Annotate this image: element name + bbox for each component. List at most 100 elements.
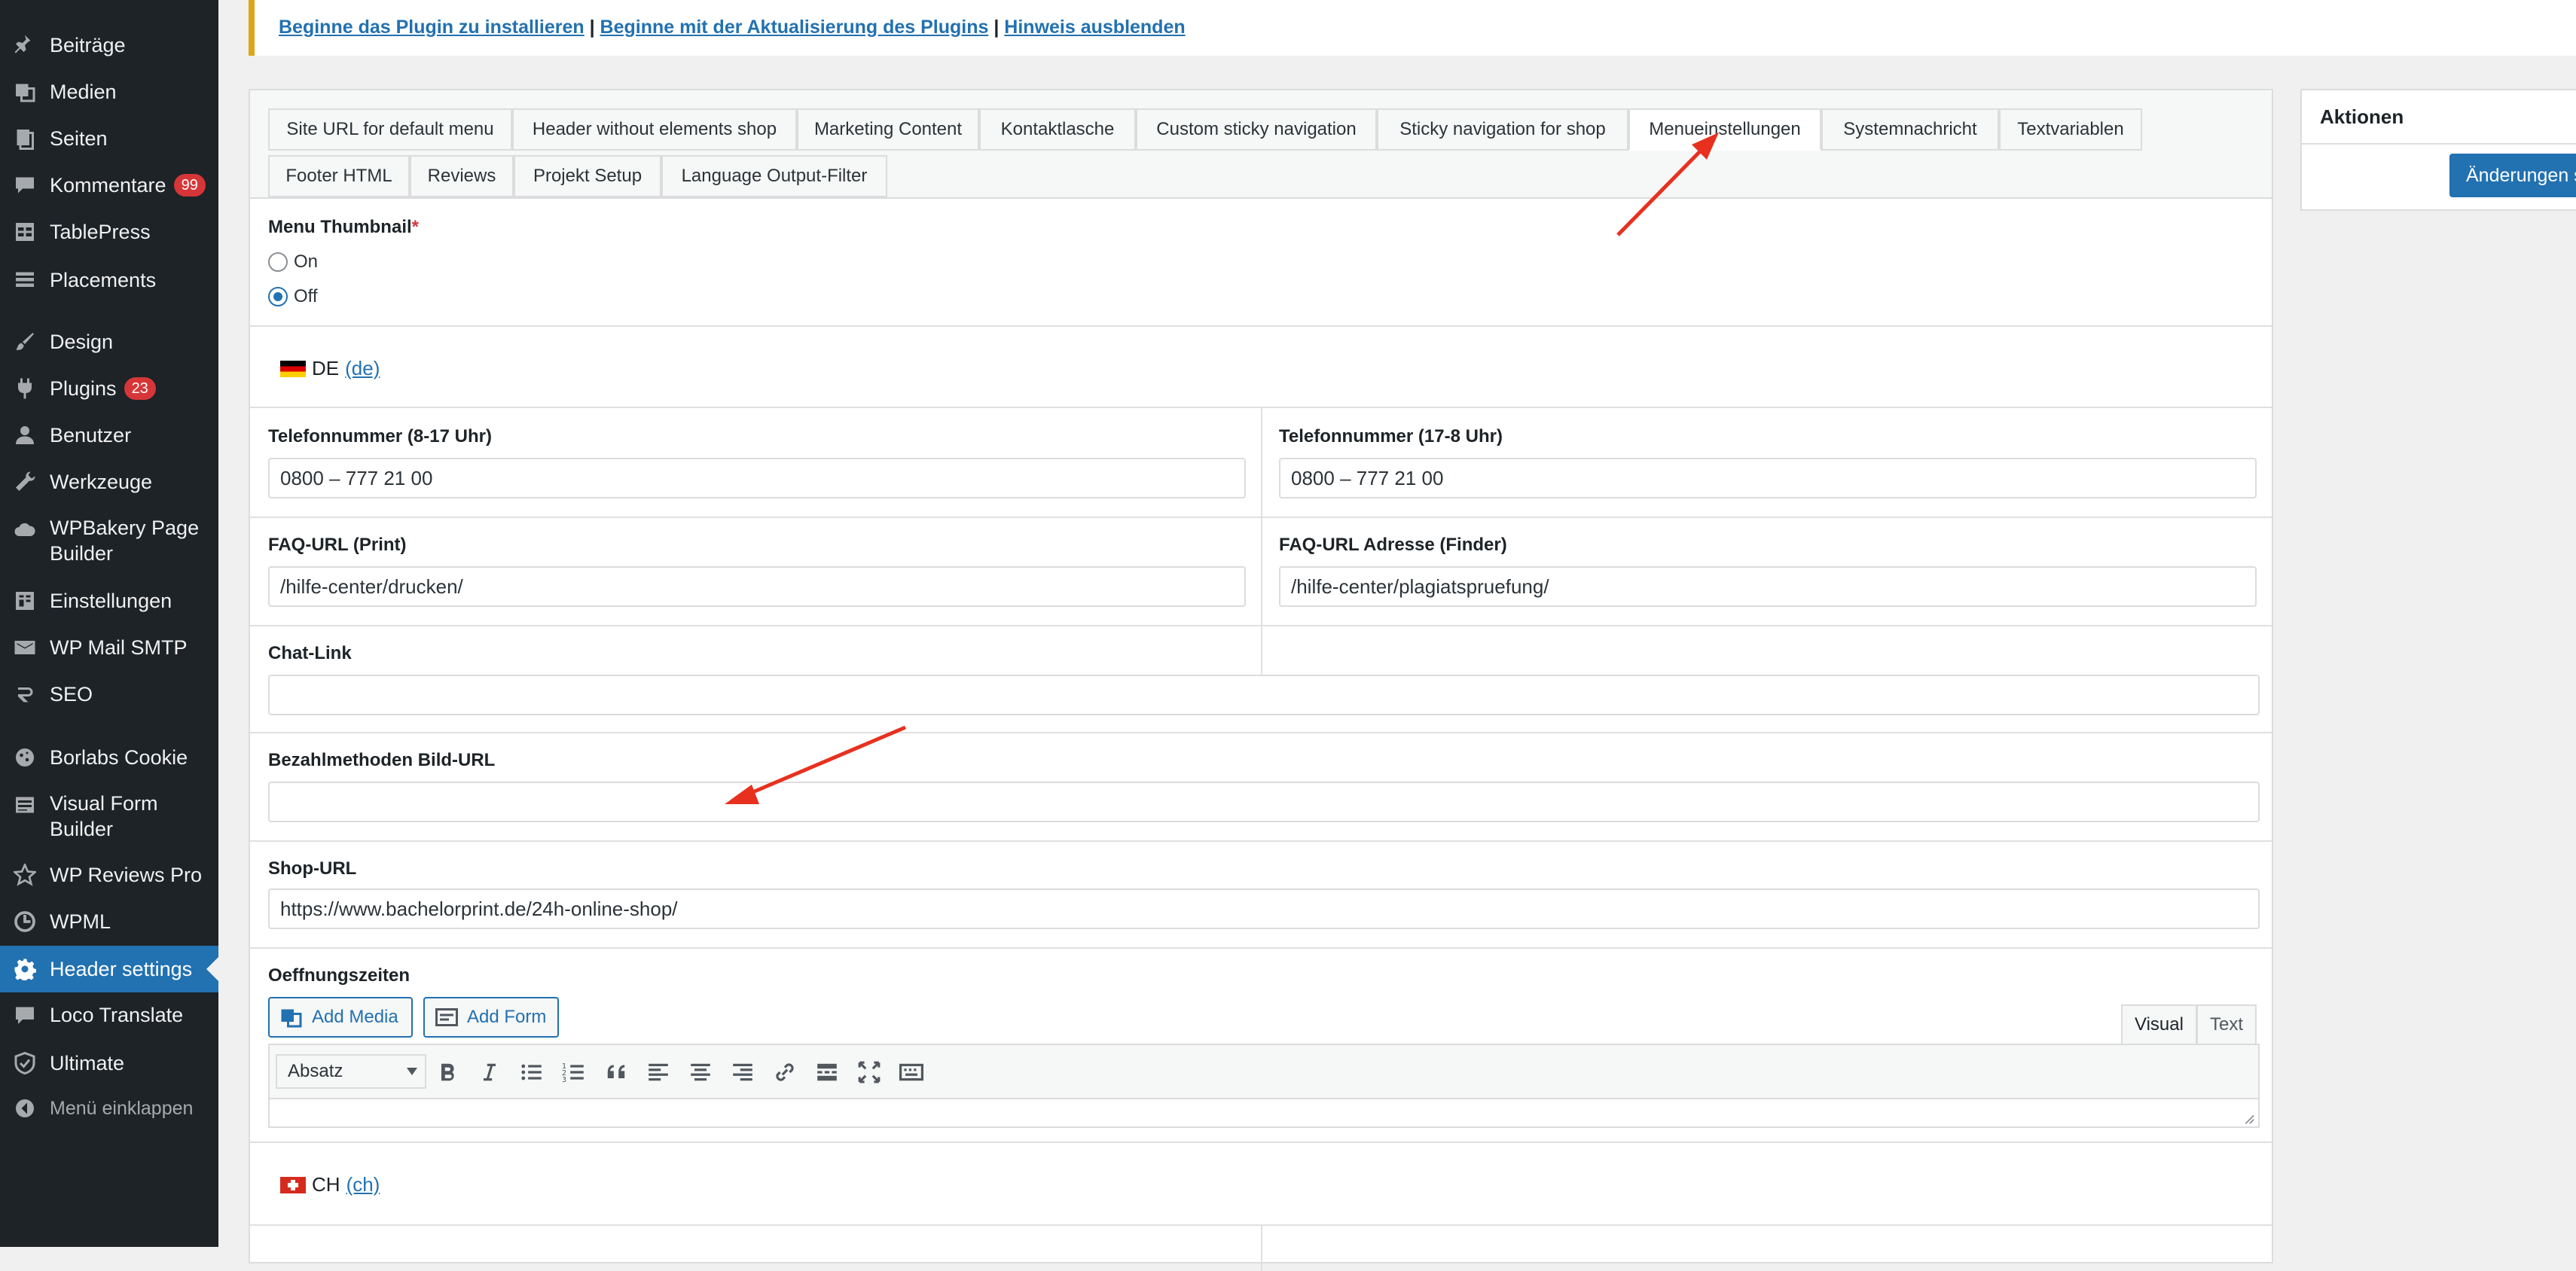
sidebar-item-ultimate[interactable]: Ultimate: [0, 1050, 218, 1077]
tab-header-without-elements[interactable]: Header without elements shop: [512, 108, 797, 151]
add-form-label: Add Form: [467, 1007, 547, 1027]
tab-language-output-filter[interactable]: Language Output-Filter: [661, 155, 887, 197]
sidebar-item-wpbakery[interactable]: WPBakery Page Builder: [0, 515, 218, 569]
sidebar-item-wp-mail-smtp[interactable]: WP Mail SMTP: [0, 634, 218, 661]
dismiss-notice-link[interactable]: Hinweis ausblenden: [1004, 17, 1185, 38]
sidebar-item-benutzer[interactable]: Benutzer: [0, 422, 218, 449]
sidebar-item-kommentare[interactable]: Kommentare 99: [0, 172, 218, 199]
faq-finder-input[interactable]: [1279, 566, 2257, 607]
keyboard-icon[interactable]: [899, 1060, 923, 1084]
comment-count-badge: 99: [173, 174, 206, 197]
mail-icon: [14, 636, 36, 659]
shield-icon: [14, 1052, 36, 1074]
tab-textvariablen[interactable]: Textvariablen: [1999, 108, 2142, 151]
notice-links: Beginne das Plugin zu installieren | Beg…: [279, 17, 1186, 38]
bold-icon[interactable]: [435, 1060, 459, 1084]
bullet-list-icon[interactable]: [520, 1060, 544, 1084]
sidebar-item-seiten[interactable]: Seiten: [0, 125, 218, 152]
tab-systemnachricht[interactable]: Systemnachricht: [1821, 108, 1999, 151]
tab-reviews[interactable]: Reviews: [410, 155, 514, 197]
read-more-icon[interactable]: [815, 1060, 839, 1084]
format-select[interactable]: Absatz: [276, 1054, 426, 1089]
install-plugin-link[interactable]: Beginne das Plugin zu installieren: [279, 17, 584, 38]
sidebar-item-header-settings[interactable]: Header settings: [0, 946, 218, 992]
editor-tab-text[interactable]: Text: [2196, 1004, 2257, 1045]
save-changes-button[interactable]: Änderungen speichern: [2449, 154, 2576, 197]
sidebar-item-einstellungen[interactable]: Einstellungen: [0, 587, 218, 614]
menu-thumbnail-on-option[interactable]: On: [268, 251, 318, 273]
payment-image-url-input[interactable]: [268, 782, 2260, 822]
tab-kontaktlasche[interactable]: Kontaktlasche: [979, 108, 1136, 151]
divider: [250, 840, 2272, 842]
link-icon[interactable]: [773, 1060, 797, 1084]
sidebar-item-tablepress[interactable]: TablePress: [0, 218, 218, 245]
sidebar-item-wp-reviews-pro[interactable]: WP Reviews Pro: [0, 861, 218, 888]
chevron-down-icon: [407, 1068, 417, 1075]
add-media-label: Add Media: [312, 1007, 398, 1027]
shop-url-input[interactable]: [268, 888, 2260, 929]
sidebar-item-loco-translate[interactable]: Loco Translate: [0, 1001, 218, 1029]
align-right-icon[interactable]: [731, 1060, 755, 1084]
sidebar-item-seo[interactable]: SEO: [0, 681, 218, 708]
radio-off-label: Off: [294, 286, 318, 306]
numbered-list-icon[interactable]: 123: [562, 1060, 586, 1084]
language-link-ch[interactable]: (ch): [346, 1173, 380, 1196]
radio-on[interactable]: [268, 252, 288, 272]
notice-separator: |: [993, 17, 1000, 38]
sidebar-item-label: Kommentare: [50, 174, 166, 197]
update-plugin-link[interactable]: Beginne mit der Aktualisierung des Plugi…: [600, 17, 989, 38]
align-left-icon[interactable]: [646, 1060, 670, 1084]
plugin-icon: [14, 377, 36, 400]
fullscreen-icon[interactable]: [857, 1060, 881, 1084]
settings-tabs: Site URL for default menu Header without…: [250, 90, 2272, 199]
faq-print-input[interactable]: [268, 566, 1246, 607]
sidebar-item-visual-form-builder[interactable]: Visual Form Builder: [0, 791, 218, 845]
sidebar-item-beitraege[interactable]: Beiträge: [0, 32, 218, 59]
sidebar-item-plugins[interactable]: Plugins 23: [0, 375, 218, 402]
sidebar-item-placements[interactable]: Placements: [0, 267, 218, 294]
editor-tab-visual[interactable]: Visual: [2121, 1004, 2197, 1045]
italic-icon[interactable]: [478, 1060, 502, 1084]
sidebar-collapse-button[interactable]: Menü einklappen: [0, 1095, 218, 1122]
tab-marketing-content[interactable]: Marketing Content: [797, 108, 979, 151]
sidebar-item-medien[interactable]: Medien: [0, 78, 218, 105]
payment-image-url-label: Bezahlmethoden Bild-URL: [268, 750, 496, 770]
sidebar-item-werkzeuge[interactable]: Werkzeuge: [0, 468, 218, 495]
translate-icon: [14, 1004, 36, 1026]
chat-link-input[interactable]: [268, 675, 2260, 715]
add-media-button[interactable]: Add Media: [268, 997, 413, 1038]
add-form-button[interactable]: Add Form: [423, 997, 559, 1038]
table-icon: [14, 221, 36, 243]
menu-thumbnail-label: Menu Thumbnail*: [268, 217, 419, 238]
opening-hours-editor[interactable]: [268, 1098, 2260, 1128]
sidebar-item-borlabs-cookie[interactable]: Borlabs Cookie: [0, 744, 218, 771]
tab-projekt-setup[interactable]: Projekt Setup: [514, 155, 661, 197]
sidebar-item-design[interactable]: Design: [0, 328, 218, 355]
divider: [2302, 143, 2576, 145]
tab-custom-sticky-navigation[interactable]: Custom sticky navigation: [1136, 108, 1377, 151]
resize-handle-icon[interactable]: [2242, 1111, 2255, 1125]
sidebar-item-wpml[interactable]: WPML: [0, 908, 218, 935]
sidebar-item-label: Ultimate: [50, 1052, 125, 1074]
tab-footer-html[interactable]: Footer HTML: [268, 155, 410, 197]
sidebar-item-label: Benutzer: [50, 424, 132, 447]
menu-thumbnail-off-option[interactable]: Off: [268, 286, 318, 307]
phone-night-input[interactable]: [1279, 458, 2257, 498]
sidebar-item-label: Beiträge: [50, 34, 126, 56]
tab-menueinstellungen[interactable]: Menueinstellungen: [1628, 108, 1821, 151]
blockquote-icon[interactable]: [604, 1060, 628, 1084]
tab-sticky-navigation-shop[interactable]: Sticky navigation for shop: [1377, 108, 1628, 151]
svg-text:3: 3: [562, 1076, 566, 1084]
radio-off[interactable]: [268, 287, 288, 306]
tab-site-url[interactable]: Site URL for default menu: [268, 108, 512, 151]
sidebar-item-label: Visual Form Builder: [50, 792, 158, 840]
collapse-icon: [14, 1097, 36, 1120]
faq-print-label: FAQ-URL (Print): [268, 535, 407, 555]
phone-day-input[interactable]: [268, 458, 1246, 498]
align-center-icon[interactable]: [688, 1060, 713, 1084]
add-form-icon: [435, 1008, 458, 1026]
sidebar-item-label: TablePress: [50, 221, 151, 243]
sidebar-item-label: SEO: [50, 683, 93, 706]
language-link-de[interactable]: (de): [345, 357, 380, 380]
actions-box: Aktionen Änderungen speichern: [2300, 89, 2576, 211]
